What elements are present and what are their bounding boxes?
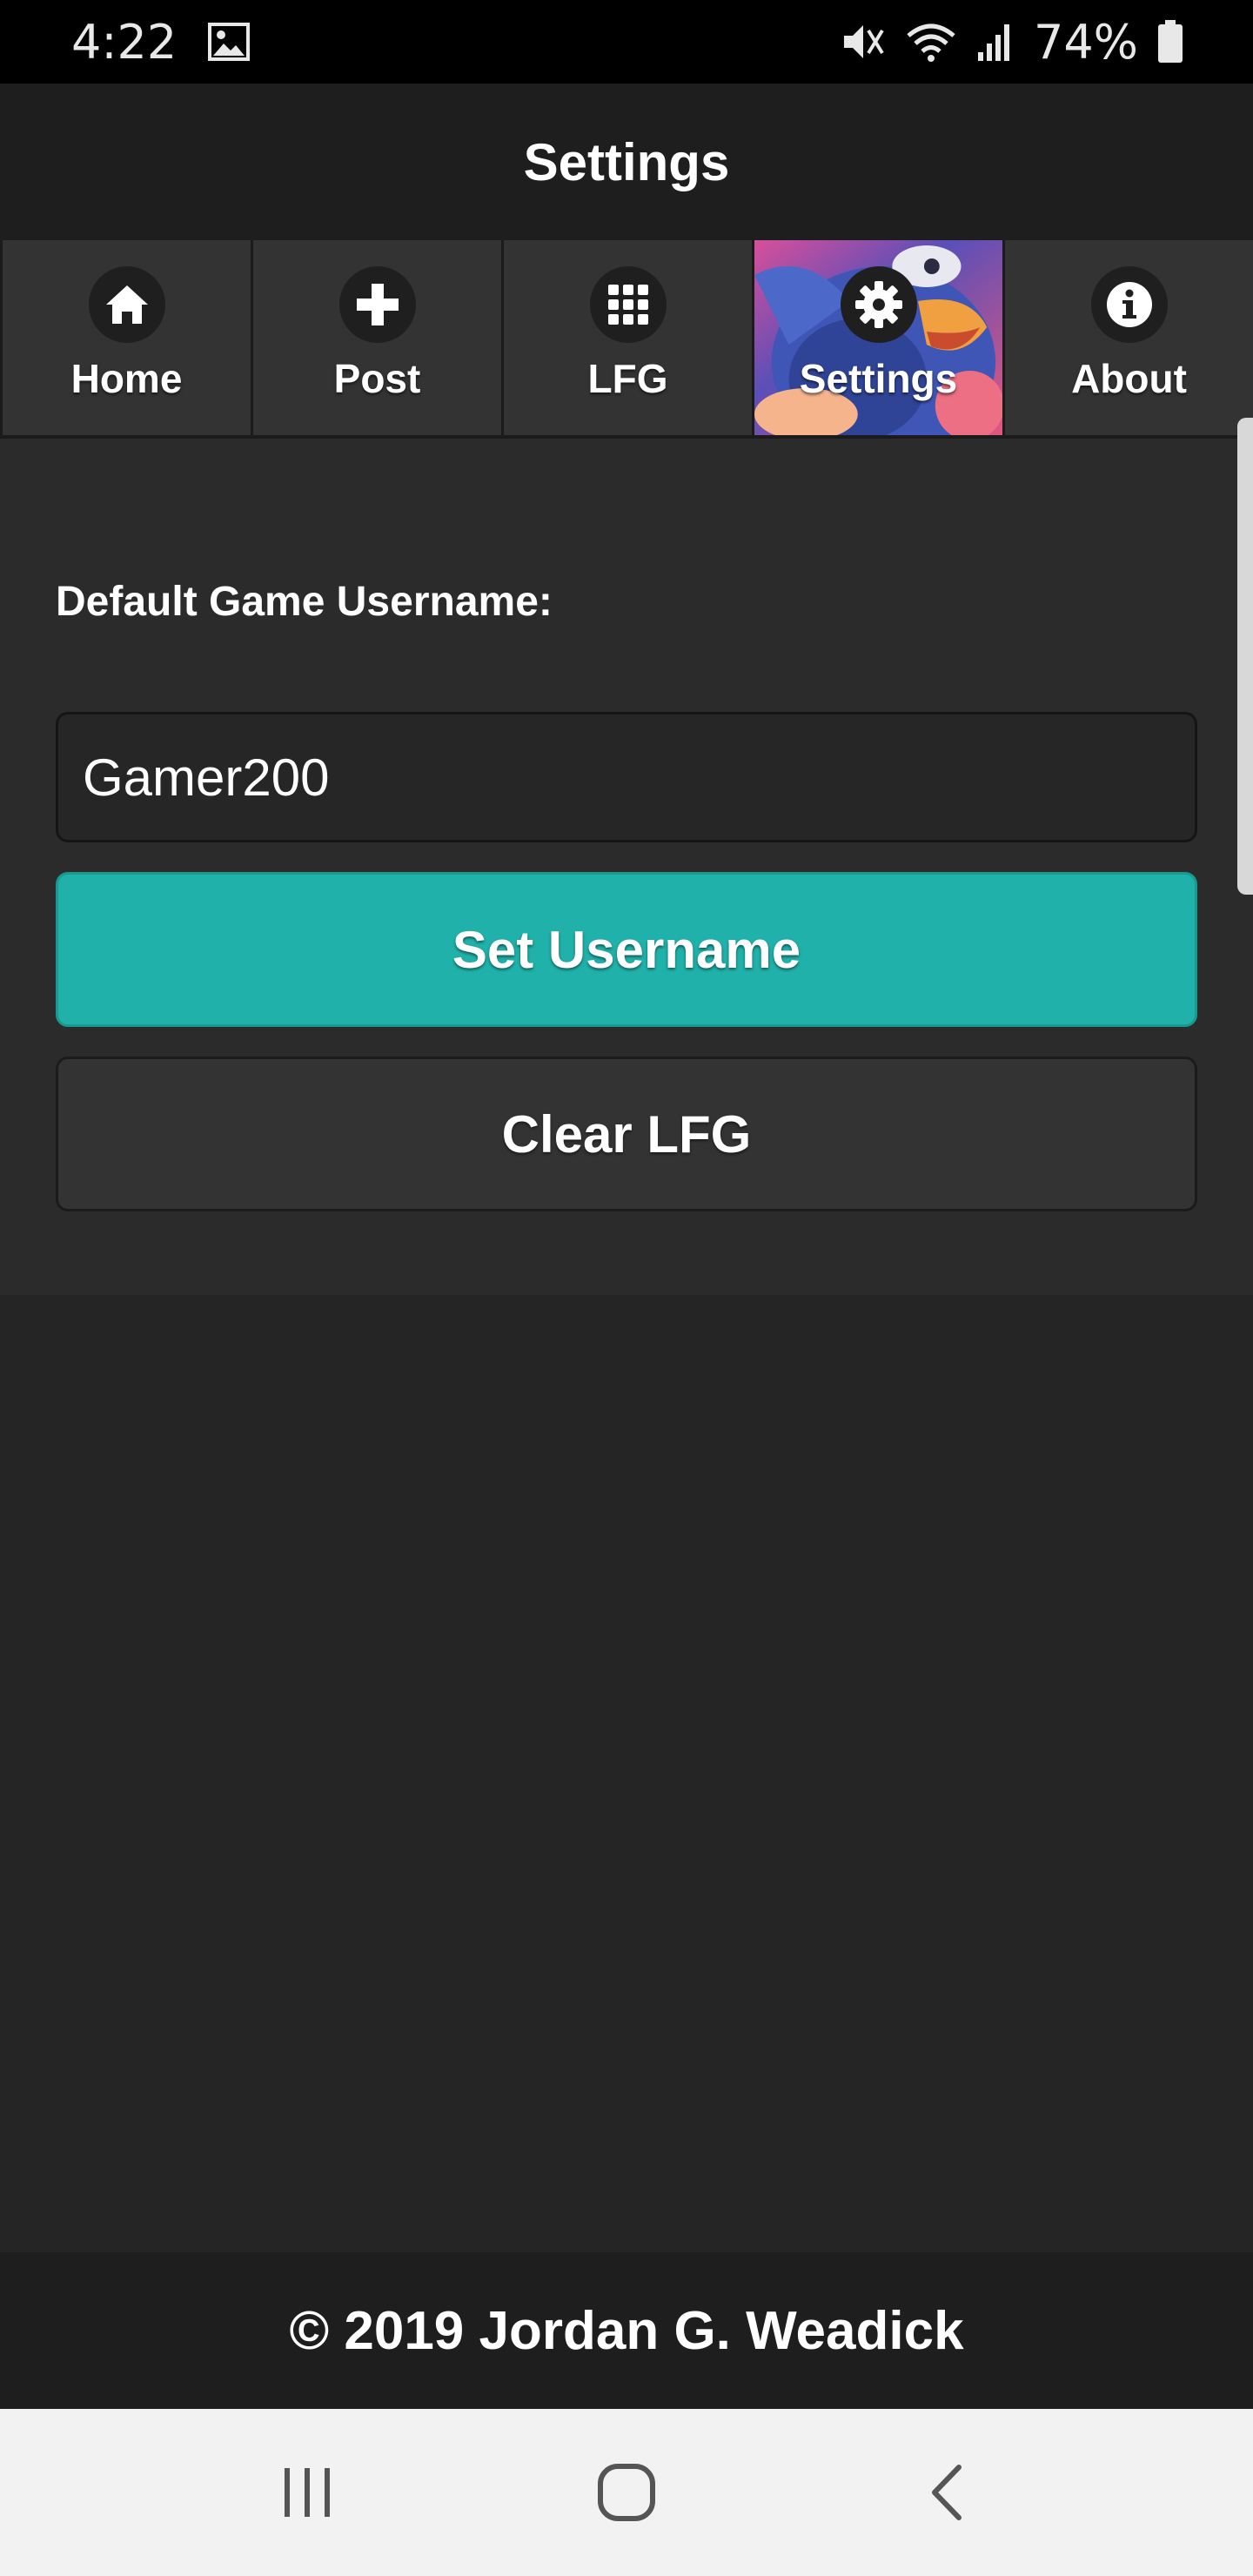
home-icon: [88, 266, 165, 343]
tab-post-label: Post: [333, 356, 421, 401]
tab-home-label: Home: [70, 356, 183, 401]
username-input[interactable]: [56, 712, 1197, 842]
mute-icon: [841, 20, 886, 64]
tab-about-label: About: [1071, 356, 1187, 401]
tab-about[interactable]: About: [1005, 240, 1253, 435]
tab-settings[interactable]: Settings: [754, 240, 1005, 435]
page-title: Settings: [523, 132, 730, 191]
back-icon[interactable]: [885, 2440, 1007, 2545]
app-header: Settings: [0, 84, 1253, 240]
info-icon: [1090, 266, 1168, 343]
home-circle-icon[interactable]: [566, 2440, 687, 2545]
gear-icon: [840, 266, 917, 343]
plus-icon: [338, 266, 416, 343]
status-bar: 4:22 74%: [0, 0, 1253, 84]
wifi-icon: [905, 20, 957, 64]
signal-icon: [976, 21, 1015, 63]
clear-lfg-button[interactable]: Clear LFG: [56, 1057, 1197, 1211]
system-nav-bar: [0, 2409, 1253, 2576]
battery-icon: [1157, 20, 1183, 64]
gallery-icon: [208, 23, 251, 61]
tab-home[interactable]: Home: [0, 240, 253, 435]
status-left: 4:22: [71, 14, 251, 70]
scrollbar[interactable]: [1237, 418, 1253, 895]
tab-lfg-label: LFG: [587, 356, 668, 401]
recents-icon[interactable]: [246, 2440, 368, 2545]
footer: © 2019 Jordan G. Weadick: [0, 2252, 1253, 2409]
status-time: 4:22: [71, 14, 178, 70]
settings-panel: Default Game Username: Set Username Clea…: [0, 439, 1253, 1295]
battery-percent: 74%: [1033, 14, 1138, 70]
set-username-button[interactable]: Set Username: [56, 872, 1197, 1027]
tab-bar: Home Post LFG Settings About: [0, 240, 1253, 439]
grid-icon: [589, 266, 667, 343]
tab-post[interactable]: Post: [253, 240, 504, 435]
copyright-text: © 2019 Jordan G. Weadick: [289, 2300, 964, 2361]
tab-lfg[interactable]: LFG: [504, 240, 754, 435]
tab-settings-label: Settings: [799, 356, 958, 401]
username-label: Default Game Username:: [56, 579, 553, 625]
status-right: 74%: [841, 15, 1183, 70]
